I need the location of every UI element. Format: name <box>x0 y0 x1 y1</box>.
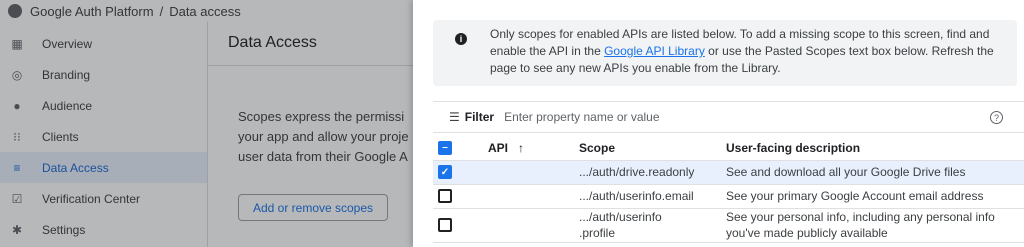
scopes-drawer: i Only scopes for enabled APIs are liste… <box>413 0 1024 247</box>
scope-line: .../auth/userinfo <box>579 210 662 224</box>
filter-icon: ☰ <box>449 110 460 124</box>
sort-arrow-up-icon[interactable]: ↑ <box>518 141 524 155</box>
description-cell: See your primary Google Account email ad… <box>726 184 1024 209</box>
description-line: See your personal info, including any pe… <box>726 210 995 224</box>
scope-column-header: Scope <box>579 136 726 161</box>
row-checkbox-cell <box>433 208 488 243</box>
scope-cell: .../auth/drive.readonly <box>579 160 726 185</box>
description-line: you've made publicly available <box>726 226 888 240</box>
table-header-row: – API ↑ Scope User-facing description <box>433 136 1024 161</box>
api-header-label: API <box>488 140 509 155</box>
description-cell: See your personal info, including any pe… <box>726 208 1024 243</box>
select-all-cell: – <box>433 136 488 161</box>
select-all-checkbox[interactable]: – <box>438 140 452 155</box>
filter-input[interactable] <box>504 110 885 124</box>
table-row[interactable]: ✓ .../auth/drive.readonly See and downlo… <box>433 160 1024 185</box>
modal-scrim[interactable] <box>0 0 413 247</box>
info-banner: i Only scopes for enabled APIs are liste… <box>433 20 1017 86</box>
google-api-library-link[interactable]: Google API Library <box>604 44 705 58</box>
scope-cell: .../auth/userinfo.email <box>579 184 726 209</box>
api-cell <box>488 160 579 185</box>
info-text: Only scopes for enabled APIs are listed … <box>490 26 1005 77</box>
table-row[interactable]: .../auth/userinfo .profile See your pers… <box>433 208 1024 243</box>
row-checkbox-cell: ✓ <box>433 160 488 185</box>
table-row[interactable]: .../auth/userinfo.email See your primary… <box>433 184 1024 209</box>
scopes-table: – API ↑ Scope User-facing description ✓ .… <box>433 136 1024 243</box>
scope-cell: .../auth/userinfo .profile <box>579 208 726 243</box>
filter-bar: ☰ Filter ? <box>433 101 1024 133</box>
description-cell: See and download all your Google Drive f… <box>726 160 1024 185</box>
api-column-header[interactable]: API ↑ <box>488 136 579 161</box>
row-checkbox[interactable] <box>438 218 452 232</box>
help-icon[interactable]: ? <box>990 111 1003 124</box>
row-checkbox-cell <box>433 184 488 209</box>
api-cell <box>488 184 579 209</box>
scope-line: .profile <box>579 226 616 240</box>
info-icon: i <box>455 33 467 45</box>
row-checkbox[interactable] <box>438 189 452 203</box>
filter-label: Filter <box>464 110 495 124</box>
description-column-header: User-facing description <box>726 136 1024 161</box>
row-checkbox[interactable]: ✓ <box>438 165 452 179</box>
api-cell <box>488 208 579 243</box>
